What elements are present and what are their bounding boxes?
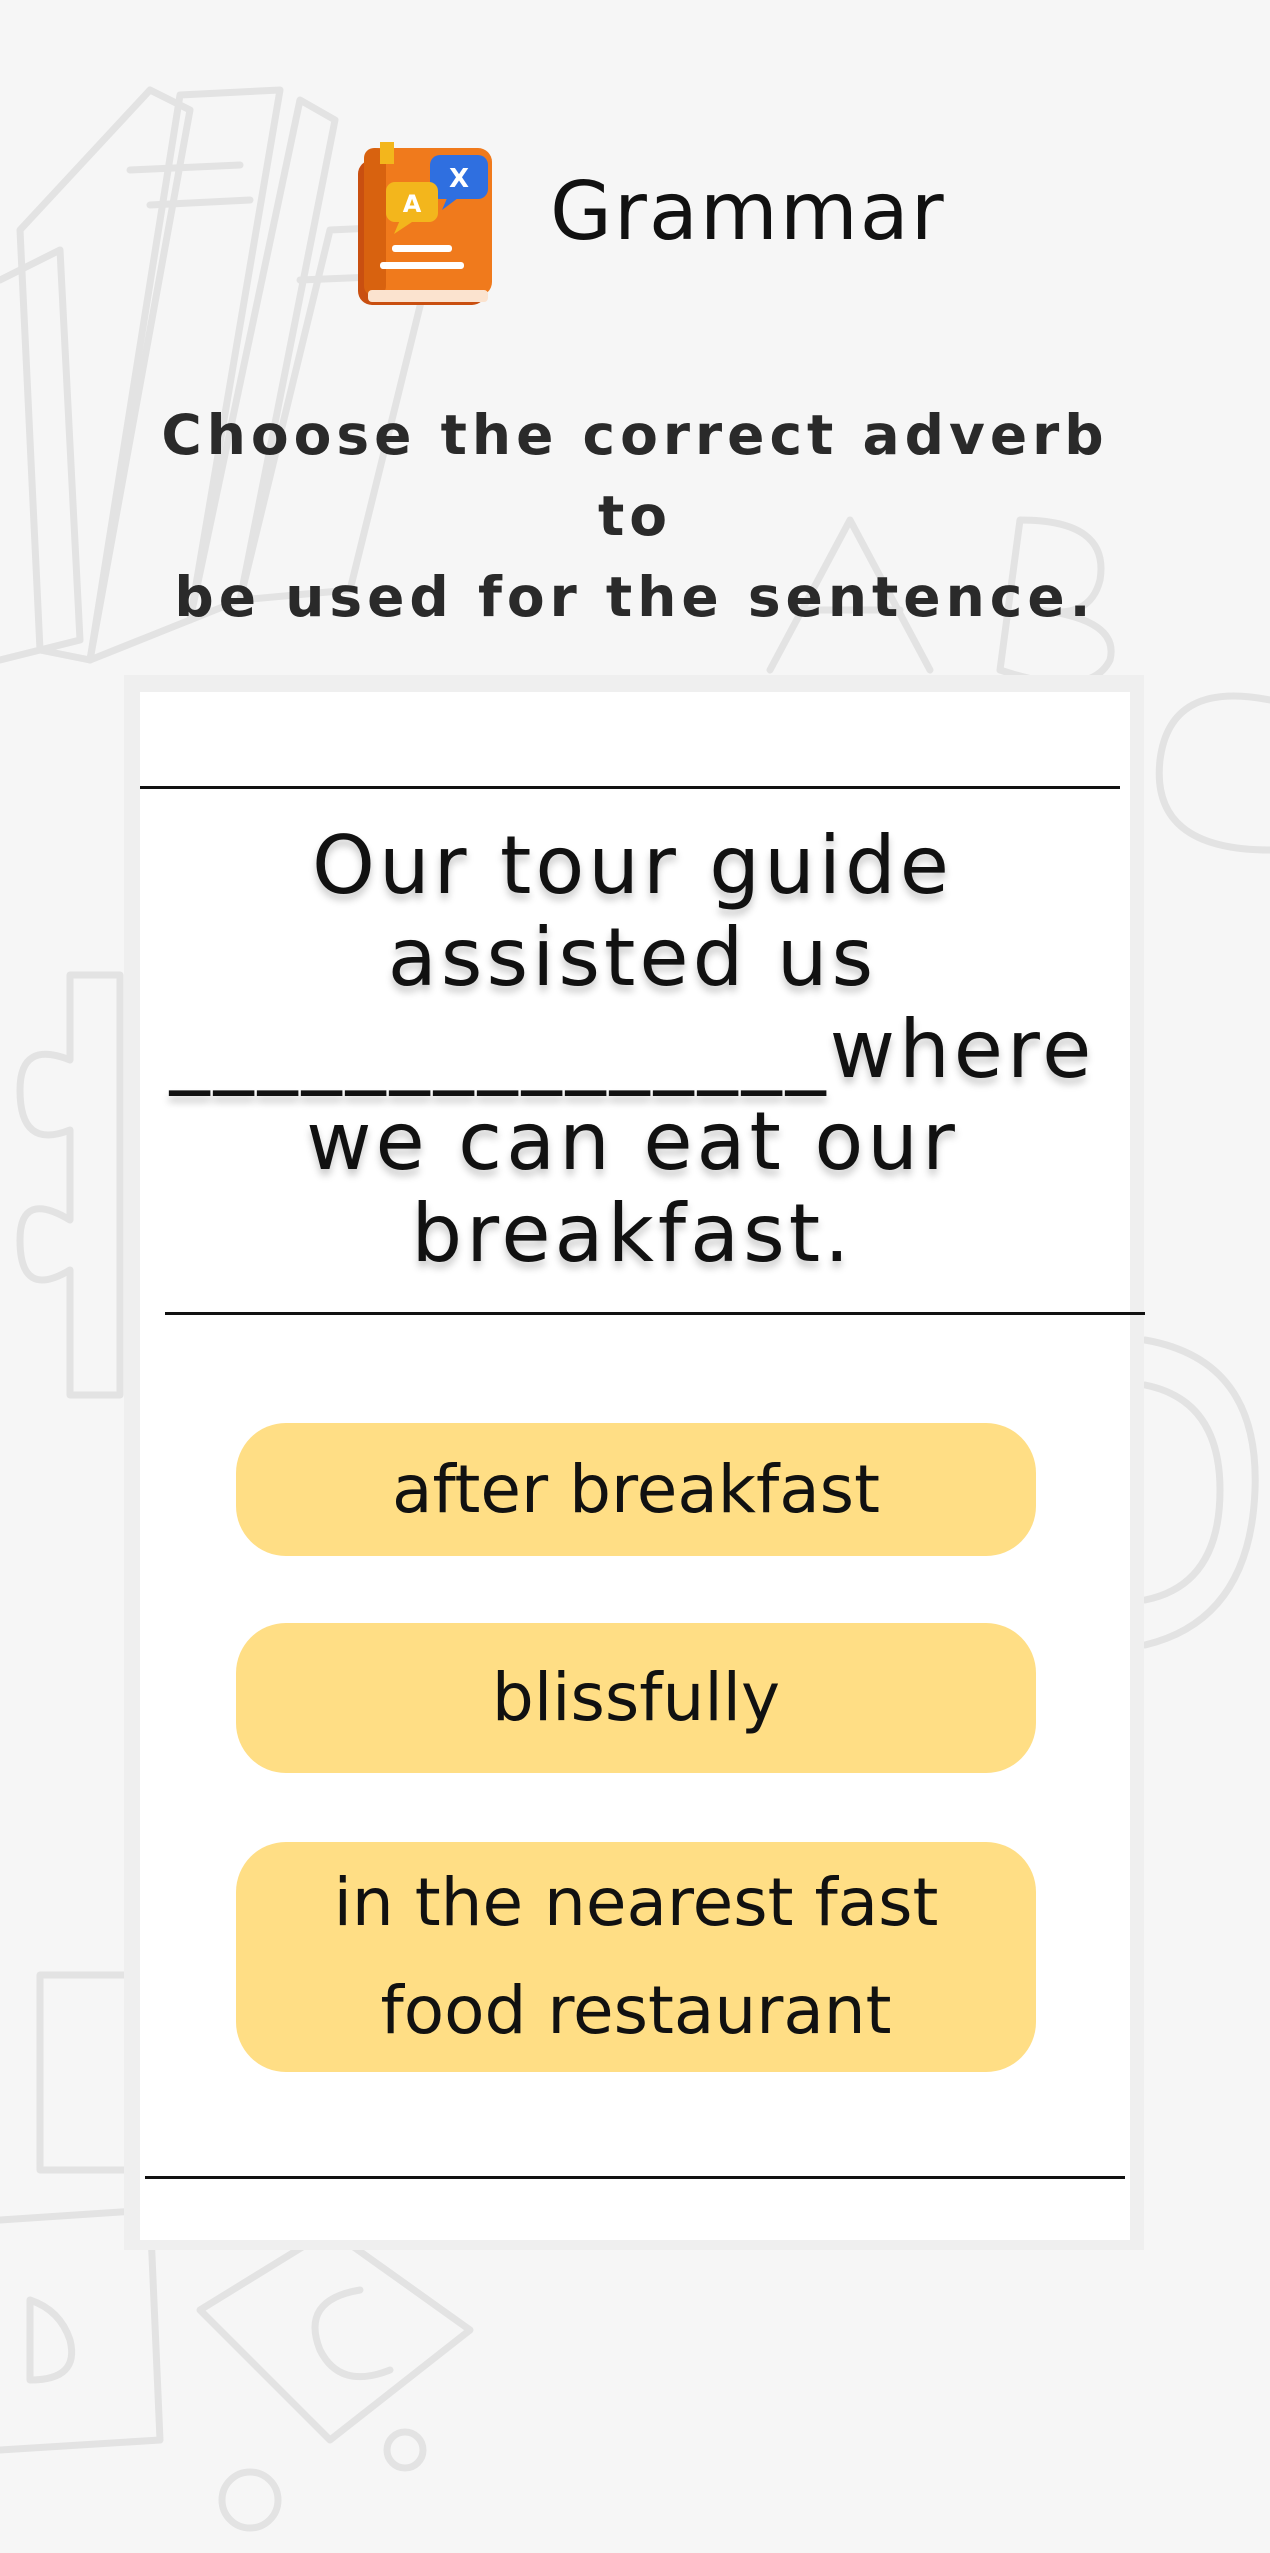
- letter-c-doodle: [1155, 692, 1270, 854]
- mug-doodle: [1141, 1336, 1259, 1649]
- instruction-line-2: be used for the sentence.: [174, 565, 1096, 629]
- answer-option-nearest-restaurant[interactable]: in the nearest fast food restaurant: [236, 1842, 1036, 2072]
- answer-option-blissfully[interactable]: blissfully: [236, 1623, 1036, 1773]
- divider-middle: [165, 1312, 1145, 1315]
- svg-text:A: A: [403, 190, 422, 218]
- instruction-line-1: Choose the correct adverb to: [161, 403, 1109, 548]
- puzzle-doodle: [16, 971, 124, 1399]
- grammar-book-icon: X A: [358, 142, 492, 305]
- instruction-text: Choose the correct adverb to be used for…: [120, 395, 1150, 638]
- svg-text:X: X: [449, 164, 469, 194]
- answer-option-after-breakfast[interactable]: after breakfast: [236, 1423, 1036, 1556]
- divider-bottom: [145, 2176, 1125, 2179]
- page-title: Grammar: [550, 165, 946, 258]
- question-sentence: Our tour guide assisted us _____________…: [169, 819, 1096, 1280]
- divider-top: [140, 786, 1120, 789]
